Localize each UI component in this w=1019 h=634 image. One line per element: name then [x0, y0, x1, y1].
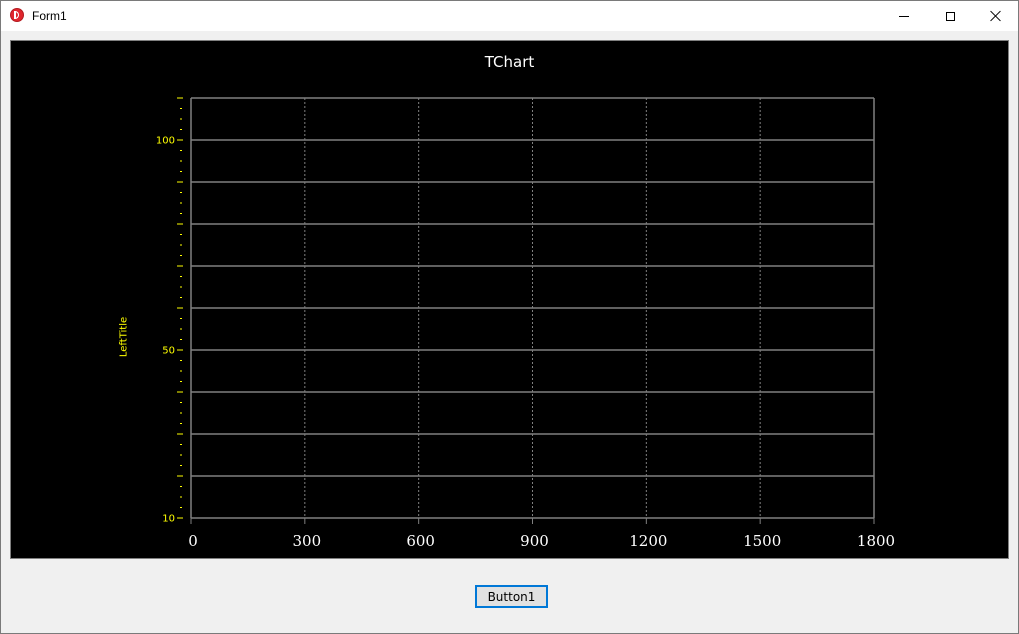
x-tick-label: 1200	[629, 532, 667, 550]
window: Form1 TChart 10 50 100 0 300 600 900 1200 1500 18…	[0, 0, 1019, 634]
maximize-icon	[945, 11, 955, 21]
minimize-button[interactable]	[881, 1, 927, 31]
minimize-icon	[899, 15, 909, 17]
x-tick-label: 300	[293, 532, 322, 550]
y-tick-label: 10	[162, 514, 175, 525]
app-icon[interactable]	[10, 8, 24, 22]
y-tick-label: 50	[162, 346, 175, 357]
chart-plot: 10 50 100 0 300 600 900 1200 1500 1800	[156, 97, 895, 550]
chart[interactable]: TChart 10 50 100 0 300 600 900 1200 1500 1800 Lef…	[10, 40, 1009, 559]
x-tick-label: 1800	[857, 532, 895, 550]
y-tick-label: 100	[156, 136, 175, 147]
close-button[interactable]	[973, 1, 1019, 31]
x-tick-label: 600	[406, 532, 435, 550]
window-title: Form1	[32, 9, 67, 23]
x-tick-label: 1500	[743, 532, 781, 550]
maximize-button[interactable]	[927, 1, 973, 31]
button1[interactable]: Button1	[475, 585, 548, 608]
x-tick-label: 0	[188, 532, 198, 550]
x-tick-label: 900	[520, 532, 549, 550]
y-axis-title: LeftTitle	[118, 316, 130, 358]
close-icon	[990, 10, 1002, 22]
title-bar[interactable]: Form1	[1, 1, 1018, 31]
